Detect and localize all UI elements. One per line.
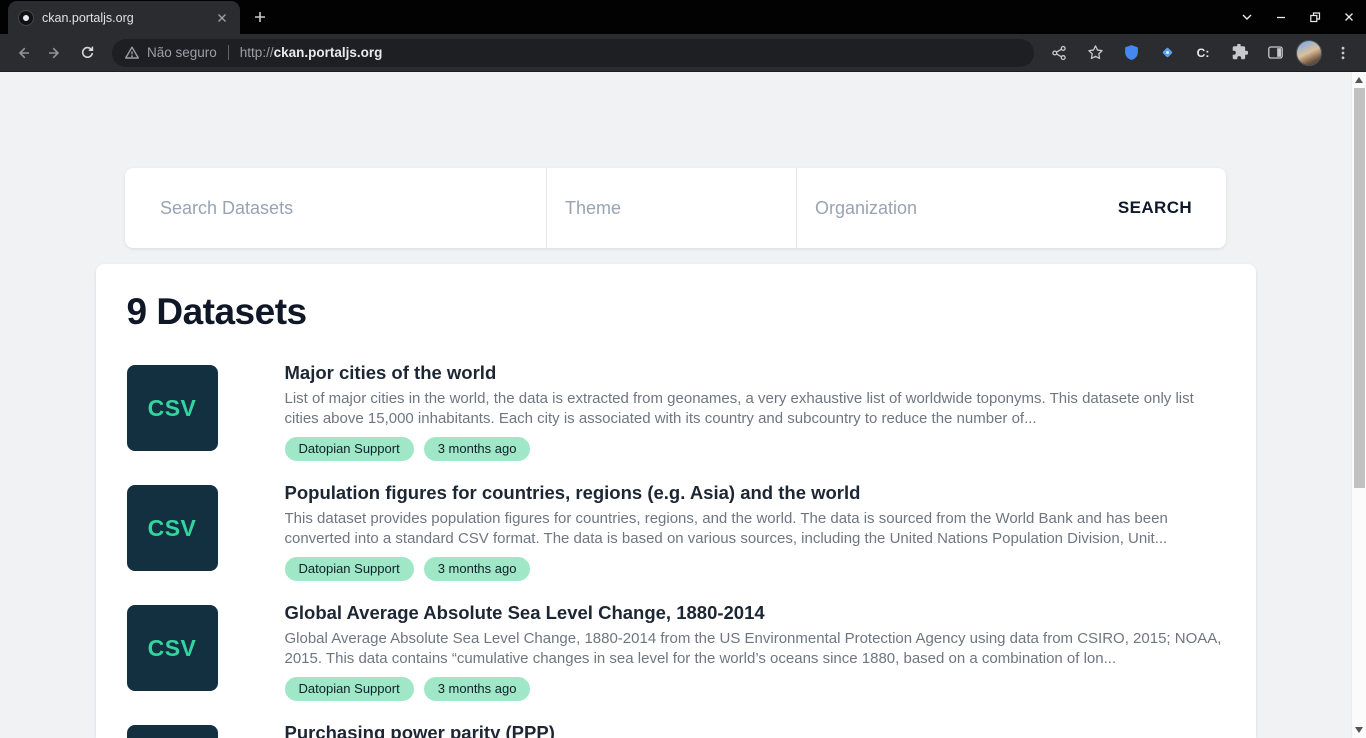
page-content: SEARCH 9 Datasets CSV Major cities of th… [0,72,1351,738]
csv-format-badge[interactable]: CSV [127,605,218,691]
browser-tab-bar: ckan.portaljs.org [0,0,1366,34]
new-tab-button[interactable] [246,3,274,31]
scrollbar-thumb[interactable] [1354,88,1365,488]
address-bar[interactable]: Não seguro http://ckan.portaljs.org [112,39,1034,67]
dataset-tags: Datopian Support 3 months ago [285,557,1225,581]
kebab-menu-button[interactable] [1328,38,1358,68]
csv-format-badge[interactable]: CSV [127,485,218,571]
close-window-button[interactable] [1332,0,1366,34]
omnibox-divider [228,45,229,60]
org-tag-badge[interactable]: Datopian Support [285,677,414,701]
scroll-up-arrow-icon[interactable] [1355,77,1363,83]
theme-input[interactable] [547,168,797,248]
dataset-title-link[interactable]: Major cities of the world [285,361,1225,384]
tab-search-chevron-button[interactable] [1230,0,1264,34]
side-panel-button[interactable] [1260,38,1290,68]
profile-avatar[interactable] [1296,40,1322,66]
csv-format-badge[interactable]: CSV [127,725,218,738]
share-button[interactable] [1044,38,1074,68]
page-scrollbar[interactable] [1351,72,1366,738]
colorzilla-extension-icon[interactable]: C: [1188,38,1218,68]
bookmark-star-button[interactable] [1080,38,1110,68]
tab-title: ckan.portaljs.org [42,11,206,25]
scroll-down-arrow-icon[interactable] [1355,727,1363,733]
time-tag-badge: 3 months ago [424,557,531,581]
organization-input[interactable] [797,168,1084,248]
minimize-button[interactable] [1264,0,1298,34]
dataset-list-item: CSV Major cities of the world List of ma… [127,361,1225,461]
dataset-description: List of major cities in the world, the d… [285,389,1225,429]
url-scheme: http:// [240,45,274,60]
search-card: SEARCH [125,168,1226,248]
pen-extension-icon[interactable] [1152,38,1182,68]
dataset-title-link[interactable]: Population figures for countries, region… [285,481,1225,504]
browser-toolbar: Não seguro http://ckan.portaljs.org C: [0,34,1366,72]
time-tag-badge: 3 months ago [424,437,531,461]
dataset-list-item: CSV Purchasing power parity (PPP) [127,721,1225,738]
extensions-puzzle-button[interactable] [1224,38,1254,68]
dataset-list-item: CSV Global Average Absolute Sea Level Ch… [127,601,1225,701]
search-button[interactable]: SEARCH [1084,168,1226,248]
dataset-tags: Datopian Support 3 months ago [285,677,1225,701]
shield-extension-icon[interactable] [1116,38,1146,68]
dataset-tags: Datopian Support 3 months ago [285,437,1225,461]
dataset-title-link[interactable]: Purchasing power parity (PPP) [285,721,1225,738]
back-button[interactable] [8,38,38,68]
dataset-description: Global Average Absolute Sea Level Change… [285,629,1225,669]
url-host: ckan.portaljs.org [274,45,383,60]
page-viewport: SEARCH 9 Datasets CSV Major cities of th… [0,72,1366,738]
reload-button[interactable] [72,38,102,68]
org-tag-badge[interactable]: Datopian Support [285,557,414,581]
forward-button[interactable] [40,38,70,68]
site-favicon-icon [18,10,34,26]
org-tag-badge[interactable]: Datopian Support [285,437,414,461]
results-card: 9 Datasets CSV Major cities of the world… [96,264,1256,738]
dataset-list-item: CSV Population figures for countries, re… [127,481,1225,581]
not-secure-warning-icon [124,45,140,61]
time-tag-badge: 3 months ago [424,677,531,701]
results-count-heading: 9 Datasets [127,290,1225,334]
url-text: http://ckan.portaljs.org [240,45,383,60]
dataset-title-link[interactable]: Global Average Absolute Sea Level Change… [285,601,1225,624]
security-label: Não seguro [147,45,217,60]
browser-tab[interactable]: ckan.portaljs.org [8,1,240,34]
csv-format-badge[interactable]: CSV [127,365,218,451]
dataset-search-input[interactable] [125,168,547,248]
restore-window-button[interactable] [1298,0,1332,34]
tab-close-button[interactable] [214,10,230,26]
dataset-description: This dataset provides population figures… [285,509,1225,549]
